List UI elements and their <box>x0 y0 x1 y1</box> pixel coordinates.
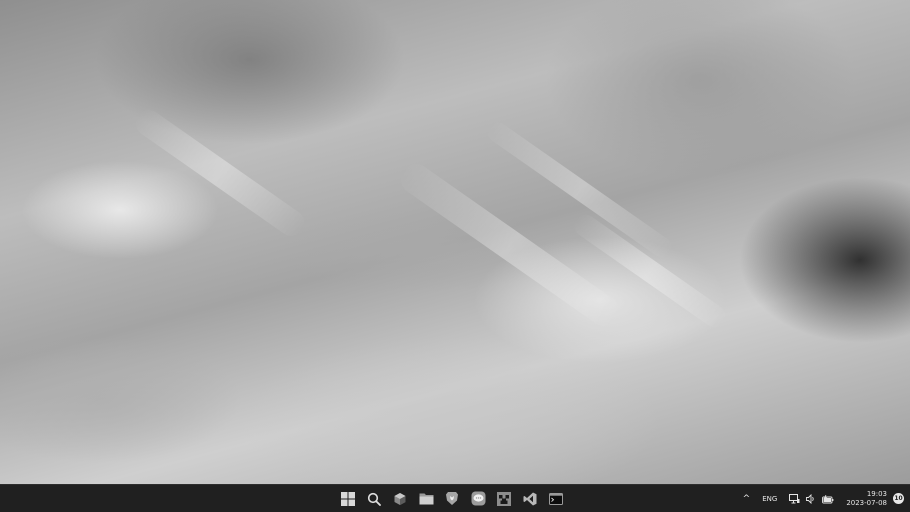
network-icon[interactable] <box>789 489 800 508</box>
brave-browser-icon <box>446 492 458 505</box>
desktop-wallpaper[interactable] <box>0 0 910 484</box>
volume-icon[interactable] <box>806 489 816 508</box>
search-button[interactable] <box>364 488 384 510</box>
show-hidden-icons-button[interactable]: ^ <box>743 494 751 504</box>
wallpaper-highlight <box>130 104 310 242</box>
file-explorer-icon <box>419 493 433 505</box>
vscode-button[interactable] <box>520 488 540 510</box>
search-icon <box>367 492 381 506</box>
chat-app-icon <box>471 491 485 506</box>
file-explorer-button[interactable] <box>416 488 436 510</box>
start-button[interactable] <box>338 488 358 510</box>
input-language-indicator[interactable]: ENG <box>762 495 777 503</box>
clock[interactable]: 19:03 2023-07-08 <box>846 490 887 508</box>
taskbar: ^ ENG 19:03 2023-07-08 10 <box>0 484 910 512</box>
clock-date: 2023-07-08 <box>846 498 887 507</box>
game-app-button[interactable] <box>494 488 514 510</box>
terminal-icon <box>549 492 563 505</box>
chat-app-button[interactable] <box>468 488 488 510</box>
battery-charging-icon[interactable] <box>822 489 834 508</box>
task-view-icon <box>394 492 406 505</box>
terminal-button[interactable] <box>546 488 566 510</box>
clock-time: 19:03 <box>866 489 887 498</box>
system-tray: ^ ENG 19:03 2023-07-08 10 <box>743 485 904 512</box>
task-view-button[interactable] <box>390 488 410 510</box>
taskbar-pinned-apps <box>338 485 566 512</box>
game-app-icon <box>497 491 511 506</box>
start-icon <box>341 491 355 506</box>
brave-browser-button[interactable] <box>442 488 462 510</box>
vscode-icon <box>523 492 537 505</box>
notification-badge[interactable]: 10 <box>893 493 904 504</box>
